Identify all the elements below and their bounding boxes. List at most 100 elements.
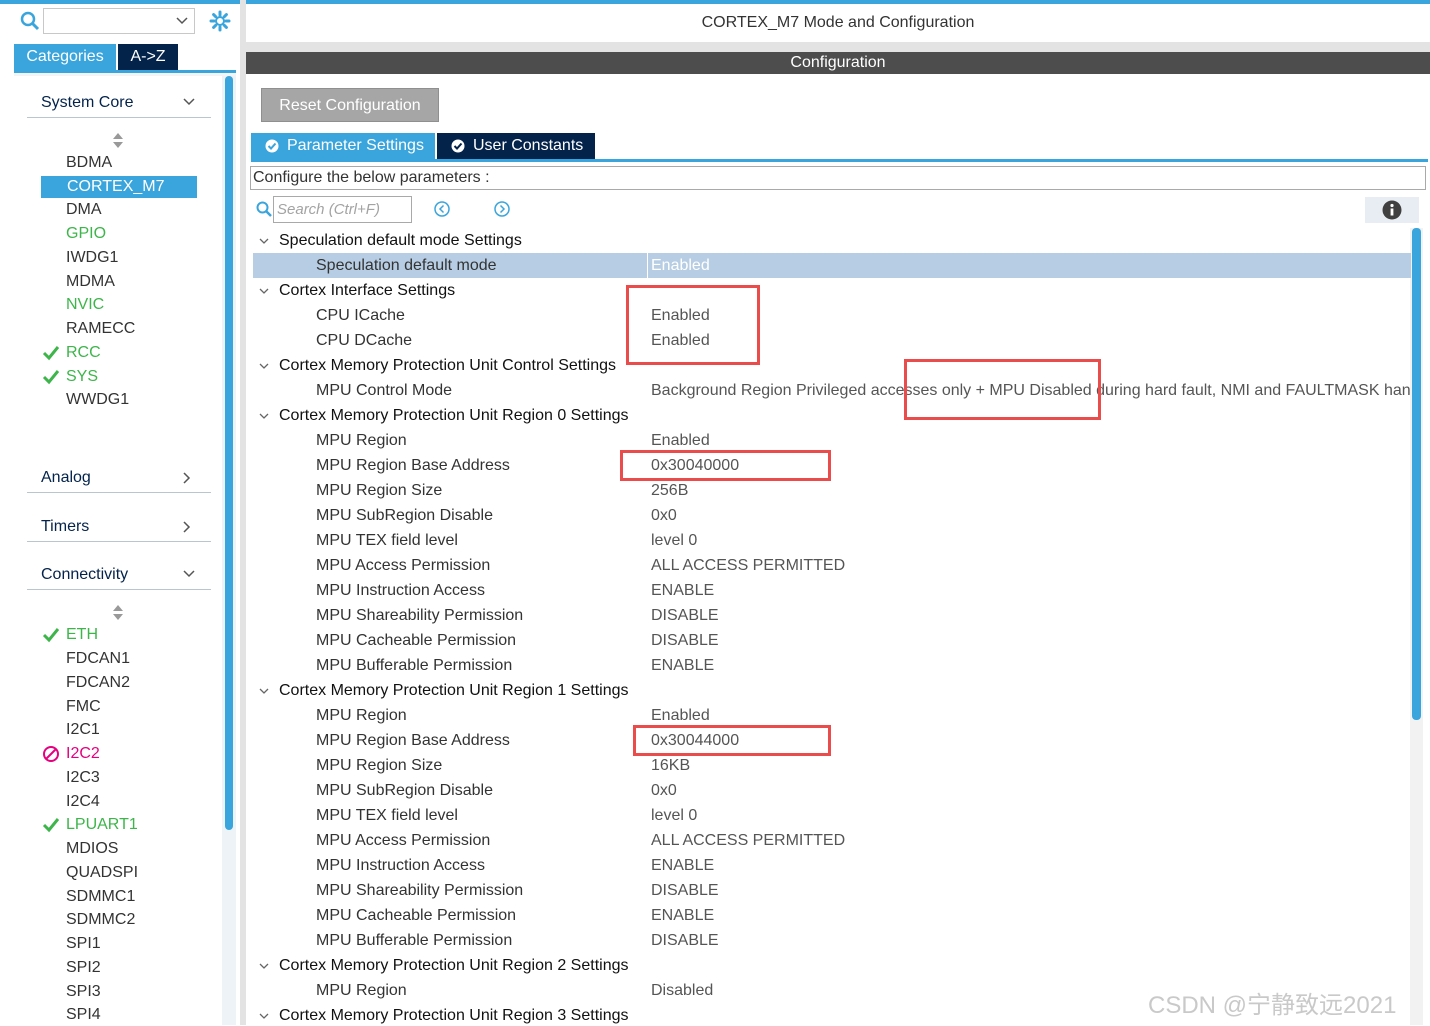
parameter-row[interactable]: CPU ICache Enabled (253, 303, 1411, 328)
parameter-row[interactable]: MPU Region Size 16KB (253, 753, 1411, 778)
parameter-row[interactable]: MPU Instruction Access ENABLE (253, 853, 1411, 878)
parameter-row[interactable]: MPU TEX field level level 0 (253, 528, 1411, 553)
parameter-value[interactable]: ENABLE (651, 853, 714, 878)
tree-item-spi1[interactable]: SPI1 (66, 933, 101, 955)
parameter-row[interactable]: MPU Access Permission ALL ACCESS PERMITTE… (253, 828, 1411, 853)
tree-item-i2c2[interactable]: I2C2 (66, 743, 100, 765)
parameter-row[interactable]: Speculation default mode Enabled (253, 253, 1411, 278)
section-splitter[interactable] (246, 42, 1430, 52)
pane-splitter[interactable] (240, 0, 246, 1025)
parameter-value[interactable]: DISABLE (651, 928, 719, 953)
parameter-row[interactable]: CPU DCache Enabled (253, 328, 1411, 353)
tree-item-i2c4[interactable]: I2C4 (66, 791, 100, 813)
tab-categories[interactable]: Categories (14, 44, 116, 70)
group-row[interactable]: Cortex Interface Settings (253, 278, 1411, 303)
parameter-value[interactable]: 256B (651, 478, 688, 503)
parameter-row[interactable]: MPU Bufferable Permission ENABLE (253, 653, 1411, 678)
tree-item-wwdg1[interactable]: WWDG1 (66, 389, 129, 411)
tree-item-mdma[interactable]: MDMA (66, 271, 115, 293)
tab-a-to-z[interactable]: A->Z (118, 44, 178, 70)
parameter-value[interactable]: 0x0 (651, 778, 677, 803)
tree-item-i2c3[interactable]: I2C3 (66, 767, 100, 789)
group-row[interactable]: Cortex Memory Protection Unit Control Se… (253, 353, 1411, 378)
tree-item-i2c1[interactable]: I2C1 (66, 719, 100, 741)
tree-item-eth[interactable]: ETH (66, 624, 98, 646)
parameter-row[interactable]: MPU Shareability Permission DISABLE (253, 603, 1411, 628)
tree-item-sys[interactable]: SYS (66, 366, 98, 388)
category-analog[interactable]: Analog (27, 466, 211, 490)
parameter-row[interactable]: MPU Region Base Address 0x30040000 (253, 453, 1411, 478)
parameter-value[interactable]: Enabled (648, 253, 1411, 278)
parameter-value[interactable]: level 0 (651, 528, 697, 553)
search-icon[interactable] (20, 11, 40, 31)
tree-item-spi4[interactable]: SPI4 (66, 1004, 101, 1026)
tab-parameter-settings[interactable]: Parameter Settings (251, 133, 435, 159)
gear-icon[interactable] (209, 10, 231, 32)
tree-item-cortex-m7[interactable]: CORTEX_M7 (41, 176, 197, 198)
tree-item-mdios[interactable]: MDIOS (66, 838, 118, 860)
tree-item-dma[interactable]: DMA (66, 199, 102, 221)
parameter-value[interactable]: level 0 (651, 803, 697, 828)
parameter-value[interactable]: ENABLE (651, 653, 714, 678)
group-row[interactable]: Cortex Memory Protection Unit Region 1 S… (253, 678, 1411, 703)
parameter-row[interactable]: MPU TEX field level level 0 (253, 803, 1411, 828)
next-match-icon[interactable] (494, 201, 510, 217)
parameter-value[interactable]: DISABLE (651, 878, 719, 903)
parameter-row[interactable]: MPU Shareability Permission DISABLE (253, 878, 1411, 903)
tree-item-bdma[interactable]: BDMA (66, 152, 112, 174)
parameter-row[interactable]: MPU Instruction Access ENABLE (253, 578, 1411, 603)
tree-item-spi3[interactable]: SPI3 (66, 981, 101, 1003)
tree-item-nvic[interactable]: NVIC (66, 294, 104, 316)
component-search-input[interactable] (43, 8, 195, 34)
parameter-row[interactable]: MPU Control Mode Background Region Privil… (253, 378, 1411, 403)
chevron-down-icon[interactable] (259, 286, 269, 296)
chevron-down-icon[interactable] (259, 961, 269, 971)
tab-user-constants[interactable]: User Constants (437, 133, 595, 159)
search-icon[interactable] (256, 201, 272, 217)
parameter-row[interactable]: MPU Cacheable Permission ENABLE (253, 903, 1411, 928)
tree-item-fdcan1[interactable]: FDCAN1 (66, 648, 130, 670)
parameter-value[interactable]: ENABLE (651, 578, 714, 603)
parameter-row[interactable]: MPU Bufferable Permission DISABLE (253, 928, 1411, 953)
reset-configuration-button[interactable]: Reset Configuration (261, 88, 439, 122)
previous-match-icon[interactable] (434, 201, 450, 217)
chevron-down-icon[interactable] (176, 17, 188, 25)
parameter-row[interactable]: MPU Cacheable Permission DISABLE (253, 628, 1411, 653)
chevron-down-icon[interactable] (259, 686, 269, 696)
parameter-row[interactable]: MPU Region Base Address 0x30044000 (253, 728, 1411, 753)
group-row[interactable]: Cortex Memory Protection Unit Region 2 S… (253, 953, 1411, 978)
tree-item-fdcan2[interactable]: FDCAN2 (66, 672, 130, 694)
tree-item-sdmmc2[interactable]: SDMMC2 (66, 909, 135, 931)
group-row[interactable]: Speculation default mode Settings (253, 228, 1411, 253)
parameter-row[interactable]: MPU Region Enabled (253, 428, 1411, 453)
category-system-core[interactable]: System Core (27, 91, 211, 115)
parameter-value[interactable]: DISABLE (651, 603, 719, 628)
parameter-search-input[interactable]: Search (Ctrl+F) (273, 196, 412, 223)
parameter-value[interactable]: ENABLE (651, 903, 714, 928)
chevron-down-icon[interactable] (259, 1011, 269, 1021)
tree-item-rcc[interactable]: RCC (66, 342, 101, 364)
parameter-row[interactable]: MPU Region Size 256B (253, 478, 1411, 503)
tree-scrollbar-thumb[interactable] (225, 76, 233, 830)
tree-item-spi2[interactable]: SPI2 (66, 957, 101, 979)
chevron-down-icon[interactable] (259, 236, 269, 246)
parameter-row[interactable]: MPU Region Enabled (253, 703, 1411, 728)
parameter-value[interactable]: 16KB (651, 753, 690, 778)
parameters-scrollbar-thumb[interactable] (1412, 228, 1421, 720)
tree-item-ramecc[interactable]: RAMECC (66, 318, 135, 340)
chevron-down-icon[interactable] (259, 411, 269, 421)
group-row[interactable]: Cortex Memory Protection Unit Region 0 S… (253, 403, 1411, 428)
category-timers[interactable]: Timers (27, 515, 211, 539)
parameter-row[interactable]: MPU Access Permission ALL ACCESS PERMITTE… (253, 553, 1411, 578)
tree-item-lpuart1[interactable]: LPUART1 (66, 814, 138, 836)
category-connectivity[interactable]: Connectivity (27, 563, 211, 587)
tree-item-fmc[interactable]: FMC (66, 696, 101, 718)
parameter-value[interactable]: ALL ACCESS PERMITTED (651, 553, 845, 578)
parameter-value[interactable]: DISABLE (651, 628, 719, 653)
tree-item-quadspi[interactable]: QUADSPI (66, 862, 138, 884)
sort-icon[interactable] (112, 133, 124, 149)
parameter-value[interactable]: ALL ACCESS PERMITTED (651, 828, 845, 853)
parameter-value[interactable]: 0x0 (651, 503, 677, 528)
tree-item-iwdg1[interactable]: IWDG1 (66, 247, 118, 269)
sort-icon[interactable] (112, 605, 124, 621)
